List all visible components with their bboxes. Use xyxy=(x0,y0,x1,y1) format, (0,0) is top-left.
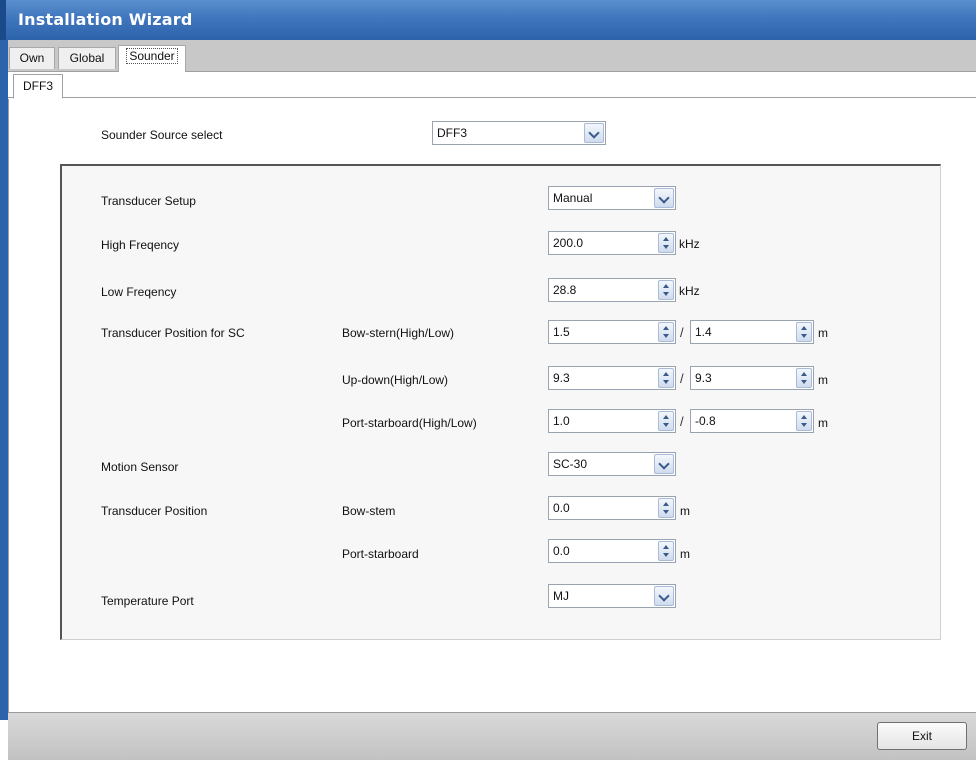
port-starboard-low-value: -0.8 xyxy=(695,414,716,428)
spinner-icon[interactable] xyxy=(658,368,674,388)
up-down-low-input[interactable]: 9.3 xyxy=(690,366,814,390)
up-down-high-input[interactable]: 9.3 xyxy=(548,366,676,390)
high-frequency-input[interactable]: 200.0 xyxy=(548,231,676,255)
transducer-setup-select[interactable]: Manual xyxy=(548,186,676,210)
chevron-down-icon[interactable] xyxy=(584,123,604,143)
bow-stern-high-value: 1.5 xyxy=(553,325,570,339)
up-down-label: Up-down(High/Low) xyxy=(342,373,449,387)
bow-stem-label: Bow-stem xyxy=(342,504,396,518)
bow-stern-label: Bow-stern(High/Low) xyxy=(342,326,455,340)
port-starboard-high-input[interactable]: 1.0 xyxy=(548,409,676,433)
exit-button[interactable]: Exit xyxy=(877,722,967,750)
spinner-icon[interactable] xyxy=(658,322,674,342)
port-starboard-input[interactable]: 0.0 xyxy=(548,539,676,563)
bow-stem-value: 0.0 xyxy=(553,501,570,515)
bow-stem-input[interactable]: 0.0 xyxy=(548,496,676,520)
temperature-port-select[interactable]: MJ xyxy=(548,584,676,608)
temperature-port-value: MJ xyxy=(553,589,569,603)
spinner-icon[interactable] xyxy=(658,233,674,253)
chevron-down-icon[interactable] xyxy=(654,454,674,474)
spinner-icon[interactable] xyxy=(658,541,674,561)
spinner-icon[interactable] xyxy=(796,411,812,431)
separator: / xyxy=(680,325,684,340)
tab-sounder-label: Sounder xyxy=(126,48,178,64)
installation-wizard-window: Installation Wizard Own Global Sounder D… xyxy=(0,0,976,760)
motion-sensor-value: SC-30 xyxy=(553,457,588,471)
port-starboard-high-value: 1.0 xyxy=(553,414,570,428)
transducer-position-sc-label: Transducer Position for SC xyxy=(101,326,245,340)
port-starboard-label: Port-starboard xyxy=(342,547,419,561)
spinner-icon[interactable] xyxy=(796,322,812,342)
transducer-position-label: Transducer Position xyxy=(101,504,208,518)
transducer-setup-value: Manual xyxy=(553,191,593,205)
tab-global-label: Global xyxy=(69,51,105,65)
spinner-icon[interactable] xyxy=(658,280,674,300)
low-frequency-value: 28.8 xyxy=(553,283,577,297)
title-bar: Installation Wizard xyxy=(0,0,976,40)
separator: / xyxy=(680,371,684,386)
tab-dff3[interactable]: DFF3 xyxy=(13,74,63,99)
high-frequency-unit: kHz xyxy=(679,237,700,251)
tab-own-label: Own xyxy=(19,51,45,65)
spinner-icon[interactable] xyxy=(658,498,674,518)
port-starboard-sc-label: Port-starboard(High/Low) xyxy=(342,416,477,430)
bow-stern-low-input[interactable]: 1.4 xyxy=(690,320,814,344)
separator: / xyxy=(680,414,684,429)
transducer-setup-label: Transducer Setup xyxy=(101,194,196,208)
bow-stern-low-value: 1.4 xyxy=(695,325,712,339)
port-starboard-unit: m xyxy=(680,547,690,561)
sounder-source-select[interactable]: DFF3 xyxy=(432,121,606,145)
tab-dff3-label: DFF3 xyxy=(23,79,53,93)
transducer-settings-group xyxy=(60,164,941,640)
high-frequency-label: High Freqency xyxy=(101,238,180,252)
window-left-border xyxy=(0,40,8,720)
sounder-source-label: Sounder Source select xyxy=(101,128,223,142)
spinner-icon[interactable] xyxy=(796,368,812,388)
high-frequency-value: 200.0 xyxy=(553,236,584,250)
bow-stern-high-input[interactable]: 1.5 xyxy=(548,320,676,344)
up-down-unit: m xyxy=(818,373,828,387)
chevron-down-icon[interactable] xyxy=(654,586,674,606)
bow-stem-unit: m xyxy=(680,504,690,518)
sounder-source-value: DFF3 xyxy=(437,126,467,140)
tab-own[interactable]: Own xyxy=(9,47,55,69)
inner-tab-strip xyxy=(8,72,976,98)
tab-sounder[interactable]: Sounder xyxy=(118,45,186,72)
spinner-icon[interactable] xyxy=(658,411,674,431)
temperature-port-label: Temperature Port xyxy=(101,594,194,608)
port-starboard-value: 0.0 xyxy=(553,544,570,558)
low-frequency-label: Low Freqency xyxy=(101,285,177,299)
low-frequency-input[interactable]: 28.8 xyxy=(548,278,676,302)
low-frequency-unit: kHz xyxy=(679,284,700,298)
motion-sensor-label: Motion Sensor xyxy=(101,460,179,474)
port-starboard-low-input[interactable]: -0.8 xyxy=(690,409,814,433)
up-down-low-value: 9.3 xyxy=(695,371,712,385)
footer-bar xyxy=(8,712,976,760)
motion-sensor-select[interactable]: SC-30 xyxy=(548,452,676,476)
window-title: Installation Wizard xyxy=(18,10,193,29)
bow-stern-unit: m xyxy=(818,326,828,340)
port-starboard-sc-unit: m xyxy=(818,416,828,430)
up-down-high-value: 9.3 xyxy=(553,371,570,385)
tab-global[interactable]: Global xyxy=(58,47,116,69)
chevron-down-icon[interactable] xyxy=(654,188,674,208)
